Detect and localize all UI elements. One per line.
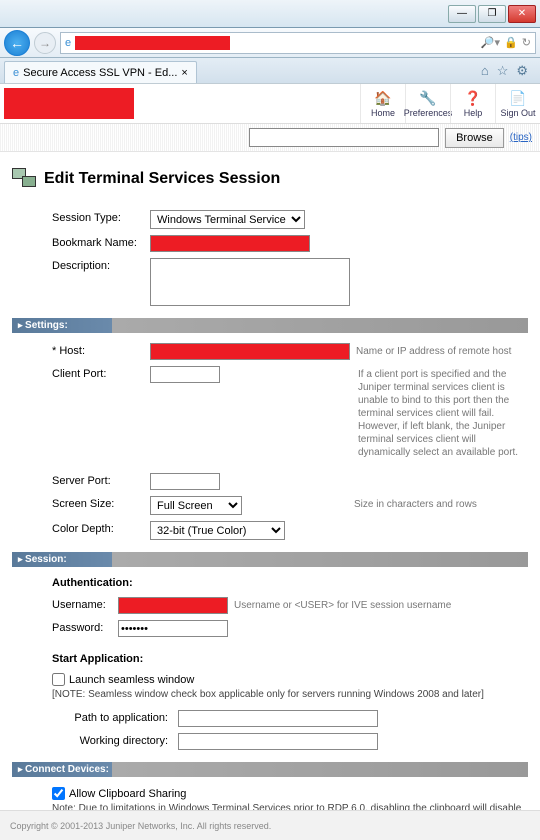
client-port-hint: If a client port is specified and the Ju… [358, 366, 528, 459]
tab-close-icon[interactable]: × [181, 67, 187, 79]
seamless-note: [NOTE: Seamless window check box applica… [52, 689, 528, 700]
lock-icon: 🔒 [504, 36, 518, 49]
browser-navbar: ← → e 🔎▾ 🔒 ↻ [0, 28, 540, 58]
section-connect-devices: Connect Devices: [12, 762, 528, 777]
username-hint: Username or <USER> for IVE session usern… [234, 597, 528, 612]
workdir-label: Working directory: [52, 733, 172, 747]
tab-favicon: e [13, 67, 19, 79]
screen-size-select[interactable]: Full Screen [150, 496, 242, 515]
workdir-input[interactable] [178, 733, 378, 750]
path-label: Path to application: [52, 710, 172, 724]
app-frame: 🏠Home 🔧Preferences ❓Help 📄Sign Out Brows… [0, 84, 540, 840]
window-titlebar: — ❐ ✕ [0, 0, 540, 28]
address-redacted [75, 36, 230, 50]
description-textarea[interactable] [150, 258, 350, 306]
nav-help[interactable]: ❓Help [450, 84, 495, 123]
color-depth-select[interactable]: 32-bit (True Color) [150, 521, 285, 540]
host-label: Host: [52, 343, 144, 357]
ie-icon: e [65, 37, 71, 49]
reload-icon[interactable]: ↻ [522, 36, 531, 49]
seamless-checkbox[interactable] [52, 673, 65, 686]
browser-tabbar: e Secure Access SSL VPN - Ed... × ⌂ ☆ ⚙ [0, 58, 540, 84]
screen-size-label: Screen Size: [52, 496, 144, 510]
lifebuoy-icon: ❓ [464, 90, 481, 107]
bookmark-name-label: Bookmark Name: [52, 235, 144, 249]
nav-help-label: Help [464, 108, 483, 118]
forward-button[interactable]: → [34, 32, 56, 54]
path-input[interactable] [178, 710, 378, 727]
search-strip: Browse (tips) [0, 124, 540, 152]
browser-tab[interactable]: e Secure Access SSL VPN - Ed... × [4, 61, 197, 83]
start-application-heading: Start Application: [52, 653, 528, 665]
back-button[interactable]: ← [4, 30, 30, 56]
nav-home[interactable]: 🏠Home [360, 84, 405, 123]
address-bar[interactable]: e 🔎▾ 🔒 ↻ [60, 32, 536, 54]
username-input[interactable] [118, 597, 228, 614]
tab-title: Secure Access SSL VPN - Ed... [23, 67, 177, 79]
wrench-icon: 🔧 [419, 90, 436, 107]
page-title: Edit Terminal Services Session [44, 170, 280, 188]
terminal-session-icon [12, 168, 36, 190]
authentication-heading: Authentication: [52, 577, 528, 589]
minimize-button[interactable]: — [448, 5, 476, 23]
close-button[interactable]: ✕ [508, 5, 536, 23]
session-type-select[interactable]: Windows Terminal Services [150, 210, 305, 229]
search-input[interactable] [249, 128, 439, 147]
client-port-input[interactable] [150, 366, 220, 383]
home-icon[interactable]: ⌂ [481, 63, 489, 79]
nav-home-label: Home [371, 108, 395, 118]
client-port-label: Client Port: [52, 366, 144, 380]
username-label: Username: [52, 597, 112, 611]
footer: Copyright © 2001-2013 Juniper Networks, … [0, 810, 540, 840]
color-depth-label: Color Depth: [52, 521, 144, 535]
description-label: Description: [52, 258, 144, 272]
search-dropdown-icon[interactable]: 🔎▾ [481, 36, 500, 49]
screen-size-hint: Size in characters and rows [354, 496, 528, 511]
brand-logo-redacted [4, 88, 134, 119]
clipboard-note: Note: Due to limitations in Windows Term… [52, 803, 528, 810]
nav-signout[interactable]: 📄Sign Out [495, 84, 540, 123]
nav-preferences[interactable]: 🔧Preferences [405, 84, 450, 123]
section-settings: Settings: [12, 318, 528, 333]
password-label: Password: [52, 620, 112, 634]
session-type-label: Session Type: [52, 210, 144, 224]
app-header: 🏠Home 🔧Preferences ❓Help 📄Sign Out [0, 84, 540, 124]
password-input[interactable] [118, 620, 228, 637]
nav-signout-label: Sign Out [500, 108, 535, 118]
host-hint: Name or IP address of remote host [356, 343, 528, 358]
nav-preferences-label: Preferences [404, 108, 453, 118]
tools-icon[interactable]: ⚙ [516, 63, 528, 79]
favorites-icon[interactable]: ☆ [497, 63, 509, 79]
house-icon: 🏠 [374, 90, 391, 107]
server-port-input[interactable] [150, 473, 220, 490]
seamless-label: Launch seamless window [69, 674, 194, 686]
host-input[interactable] [150, 343, 350, 360]
content-area: Edit Terminal Services Session Session T… [0, 152, 540, 810]
server-port-label: Server Port: [52, 473, 144, 487]
clipboard-checkbox[interactable] [52, 787, 65, 800]
maximize-button[interactable]: ❐ [478, 5, 506, 23]
section-session: Session: [12, 552, 528, 567]
bookmark-name-input[interactable] [150, 235, 310, 252]
tips-link[interactable]: (tips) [510, 132, 532, 143]
clipboard-label: Allow Clipboard Sharing [69, 788, 186, 800]
door-icon: 📄 [509, 90, 526, 107]
browse-button[interactable]: Browse [445, 128, 504, 148]
